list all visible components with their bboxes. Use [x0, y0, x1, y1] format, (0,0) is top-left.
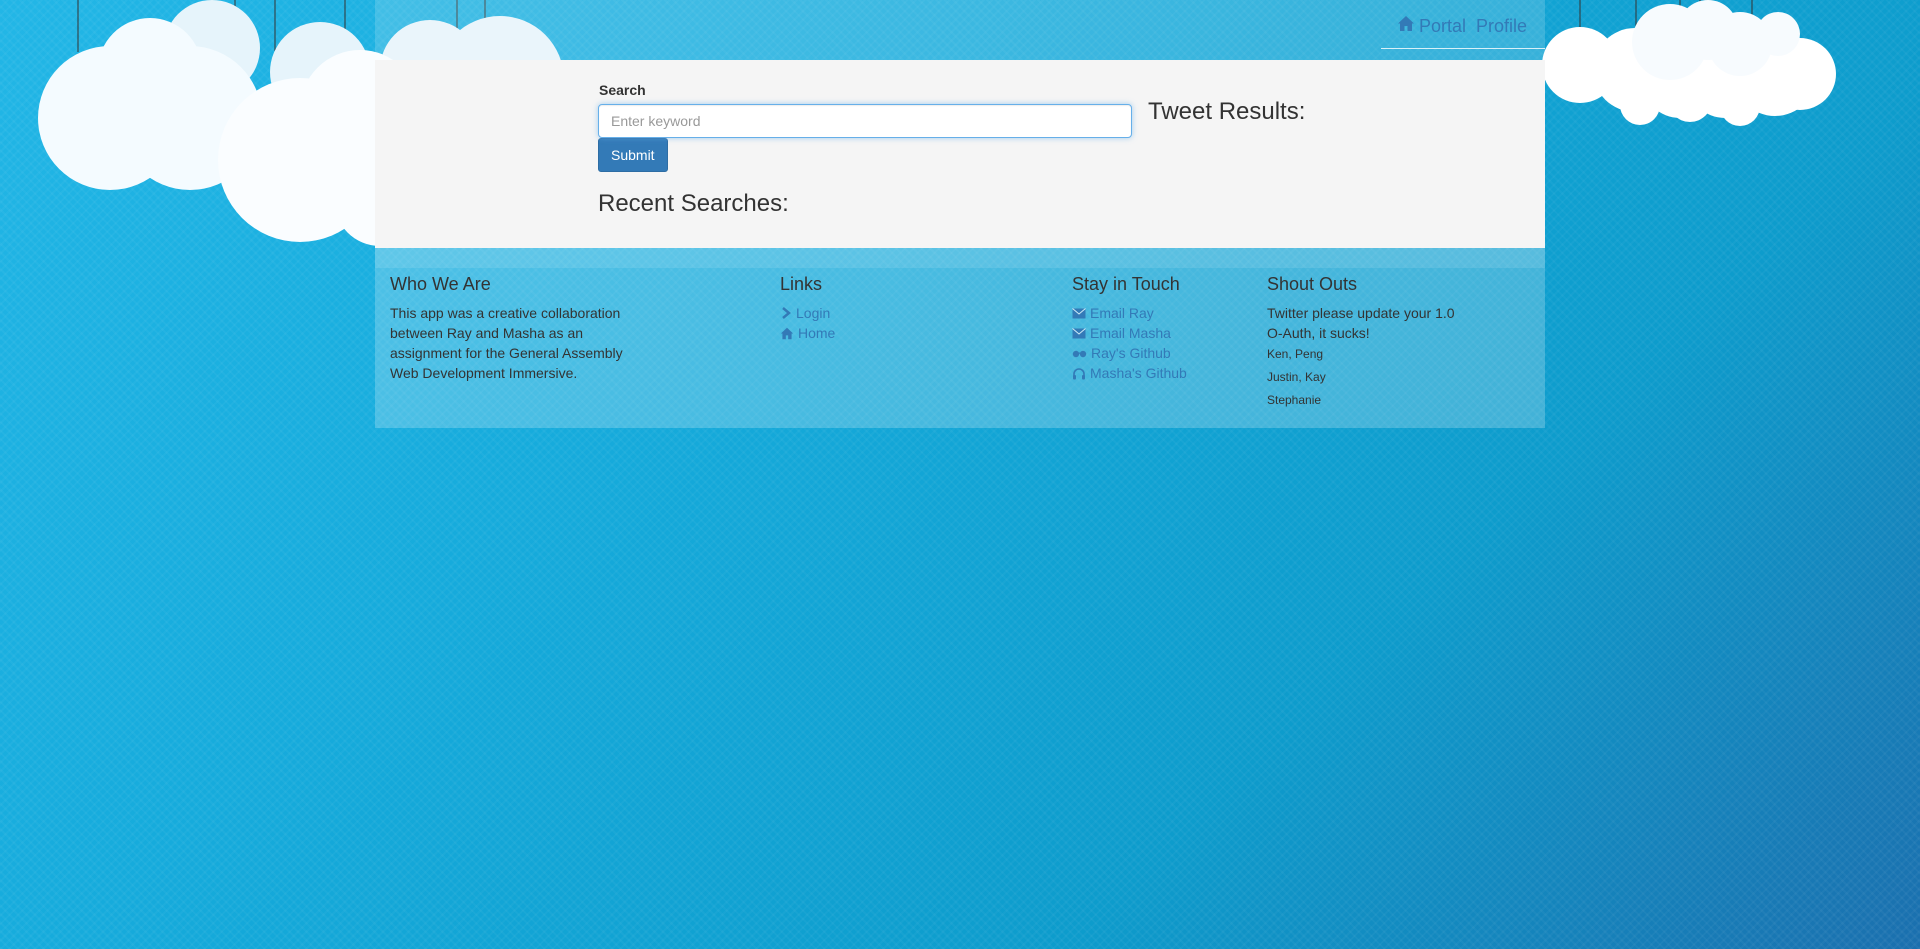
links-heading: Links — [780, 274, 823, 294]
chevron-right-icon — [780, 307, 792, 319]
envelope-icon — [1072, 307, 1086, 319]
footer-links: Links Login Home — [780, 274, 980, 343]
search-label: Search — [599, 82, 646, 98]
sunglasses-icon — [1072, 349, 1087, 358]
masha-github-link[interactable]: Masha's Github — [1072, 363, 1187, 383]
footer-strip — [375, 248, 1545, 268]
nav-profile-label: Profile — [1475, 15, 1527, 36]
masha-github-label: Masha's Github — [1090, 365, 1187, 381]
recent-searches-title: Recent Searches: — [598, 190, 789, 217]
list-item: Home — [780, 323, 980, 343]
search-input[interactable] — [598, 104, 1132, 138]
login-label: Login — [796, 305, 831, 321]
list-item: Masha's Github — [1072, 363, 1242, 383]
nav-portal-link[interactable]: Portal — [1397, 15, 1466, 37]
shout-text: Twitter please update your 1.0 O-Auth, i… — [1267, 305, 1455, 341]
envelope-icon — [1072, 327, 1086, 339]
footer: Who We Are This app was a creative colla… — [375, 268, 1545, 428]
main-panel: Search Submit Recent Searches: Tweet Res… — [375, 60, 1545, 248]
ray-github-link[interactable]: Ray's Github — [1072, 343, 1171, 363]
home-label: Home — [798, 325, 836, 341]
footer-stay-in-touch: Stay in Touch Email Ray Email Masha Ray'… — [1072, 274, 1242, 383]
nav-links: Portal Profile — [1397, 15, 1527, 37]
login-link[interactable]: Login — [780, 303, 830, 323]
clouds-right-decoration — [1540, 0, 1840, 140]
nav-divider — [1381, 48, 1545, 49]
touch-heading: Stay in Touch — [1072, 274, 1180, 294]
shout-name: Stephanie — [1267, 393, 1322, 407]
shout-name: Ken, Peng — [1267, 347, 1324, 361]
email-ray-label: Email Ray — [1090, 305, 1154, 321]
shout-heading: Shout Outs — [1267, 274, 1358, 294]
list-item: Ray's Github — [1072, 343, 1242, 363]
list-item: Login — [780, 303, 980, 323]
tweet-results-title: Tweet Results: — [1148, 98, 1306, 125]
home-icon — [780, 327, 794, 340]
list-item: Email Masha — [1072, 323, 1242, 343]
email-masha-label: Email Masha — [1090, 325, 1171, 341]
who-text: This app was a creative collaboration be… — [390, 305, 623, 381]
ray-github-label: Ray's Github — [1091, 345, 1171, 361]
home-link[interactable]: Home — [780, 323, 835, 343]
nav-portal-label: Portal — [1418, 15, 1466, 36]
nav-profile-link[interactable]: Profile — [1476, 16, 1527, 37]
navbar: Portal Profile — [375, 0, 1545, 60]
who-heading: Who We Are — [390, 274, 491, 294]
email-masha-link[interactable]: Email Masha — [1072, 323, 1171, 343]
page-container: Portal Profile Search Submit Recent Sear… — [375, 0, 1545, 428]
footer-shout-outs: Shout Outs Twitter please update your 1.… — [1267, 274, 1467, 412]
search-form: Search Submit — [598, 82, 1133, 172]
list-item: Email Ray — [1072, 303, 1242, 323]
footer-who-we-are: Who We Are This app was a creative colla… — [390, 274, 640, 383]
shout-name: Justin, Kay — [1267, 370, 1326, 384]
headphones-icon — [1072, 367, 1086, 380]
submit-button[interactable]: Submit — [598, 138, 668, 172]
home-icon — [1397, 15, 1415, 37]
email-ray-link[interactable]: Email Ray — [1072, 303, 1154, 323]
